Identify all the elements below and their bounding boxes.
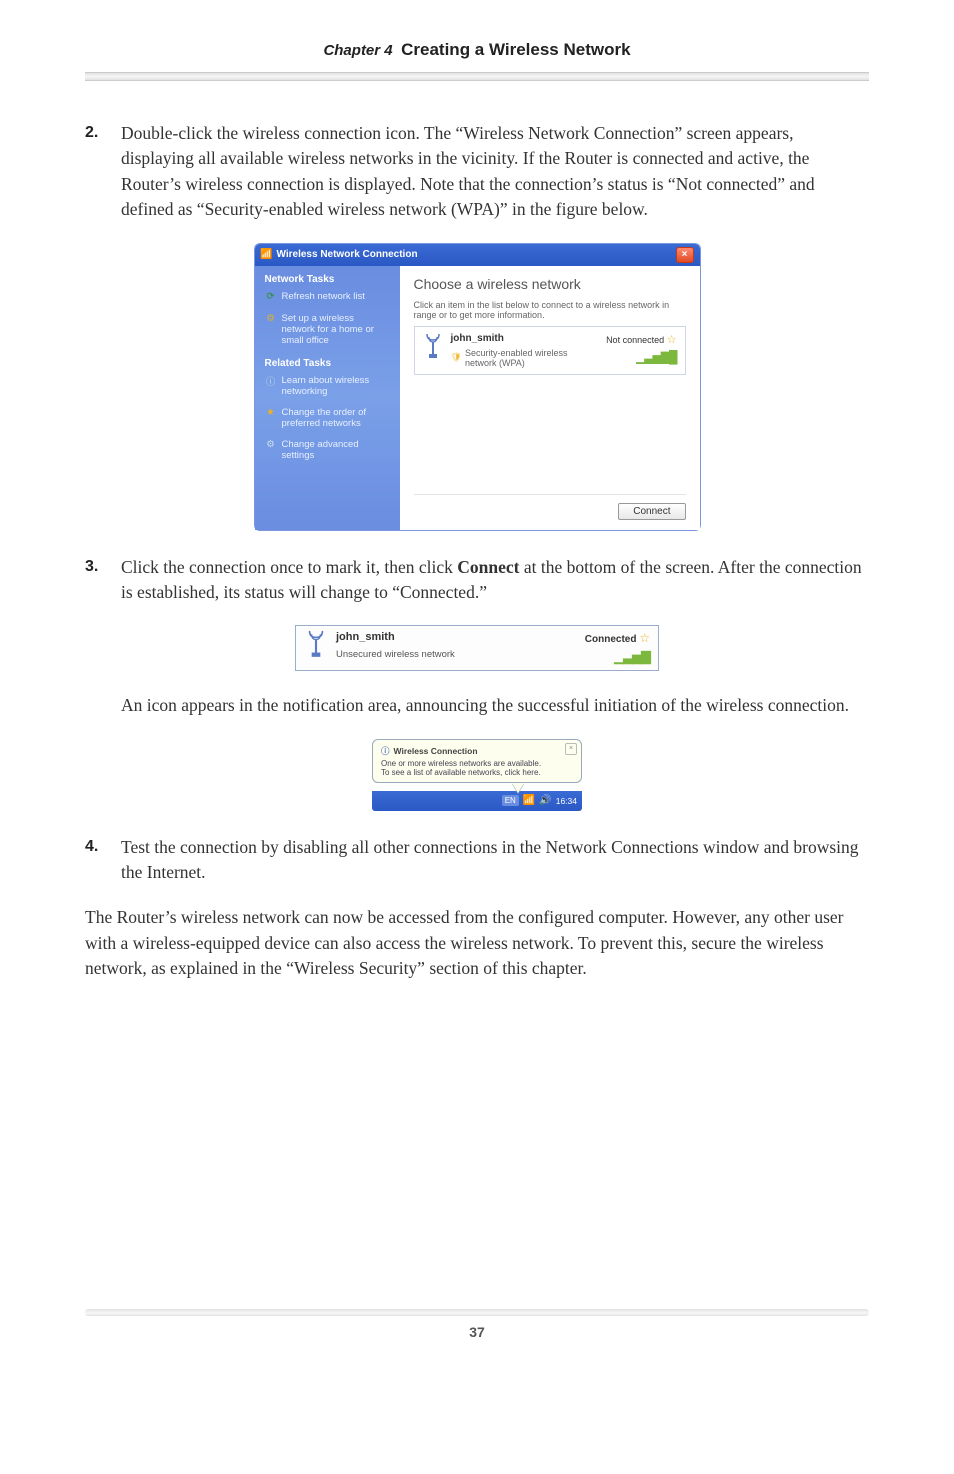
sidebar-section-network-tasks: Network Tasks: [265, 274, 390, 285]
network-list-item[interactable]: john_smith 🛡 Security-enabled wireless n…: [414, 326, 686, 375]
step-3: 3. Click the connection once to mark it,…: [85, 555, 869, 606]
sidebar-link-setup[interactable]: ⚙ Set up a wireless network for a home o…: [265, 313, 390, 346]
network-name: john_smith: [451, 333, 599, 344]
step-4-number: 4.: [85, 835, 121, 886]
tray-volume-icon[interactable]: 🔊: [539, 795, 551, 806]
sidebar-section-related-tasks: Related Tasks: [265, 358, 390, 369]
balloon-line2: To see a list of available networks, cli…: [381, 768, 573, 777]
page-footer: 37: [0, 1309, 954, 1340]
balloon-line1: One or more wireless networks are availa…: [381, 759, 573, 768]
step-2-text: Double-click the wireless connection ico…: [121, 121, 869, 223]
step-2: 2. Double-click the wireless connection …: [85, 121, 869, 223]
footer-divider: [85, 1309, 869, 1316]
step-3-bold: Connect: [457, 557, 519, 577]
sidebar-link-refresh-label: Refresh network list: [282, 291, 365, 302]
sidebar-link-learn-label: Learn about wireless networking: [282, 375, 390, 397]
tray-wireless-icon[interactable]: 📶: [523, 795, 535, 806]
step-3-continued: An icon appears in the notification area…: [85, 693, 869, 718]
dialog-titlebar: 📶 Wireless Network Connection ×: [255, 244, 700, 266]
connected-network-name: john_smith: [336, 631, 577, 643]
network-security-label: Security-enabled wireless network (WPA): [465, 348, 598, 368]
sidebar-link-setup-label: Set up a wireless network for a home or …: [282, 313, 390, 346]
sidebar-link-refresh[interactable]: ⟳ Refresh network list: [265, 291, 390, 303]
connected-status: Connected: [585, 634, 637, 645]
closing-paragraph: The Router’s wireless network can now be…: [85, 905, 869, 981]
gear-icon: ⚙: [265, 439, 277, 451]
tray-clock: 16:34: [556, 796, 577, 806]
balloon-tail: [512, 783, 524, 793]
step-4-text: Test the connection by disabling all oth…: [121, 835, 869, 886]
step-3b-text: An icon appears in the notification area…: [121, 693, 869, 718]
dialog-title: Wireless Network Connection: [277, 249, 418, 260]
wireless-dialog-screenshot: 📶 Wireless Network Connection × Network …: [254, 243, 701, 531]
balloon-toast-screenshot: × ⓘ Wireless Connection One or more wire…: [372, 739, 582, 811]
connected-item-screenshot: john_smith Unsecured wireless network Co…: [295, 625, 659, 671]
close-icon[interactable]: ×: [676, 247, 694, 263]
page-number: 37: [0, 1324, 954, 1340]
star-icon: ★: [265, 407, 277, 419]
chapter-title: Creating a Wireless Network: [401, 40, 630, 59]
wireless-titlebar-icon: 📶: [261, 249, 273, 261]
sidebar-link-advanced[interactable]: ⚙ Change advanced settings: [265, 439, 390, 461]
balloon-close-icon[interactable]: ×: [565, 743, 577, 755]
info-icon: ⓘ: [265, 375, 277, 387]
antenna-icon: [304, 631, 328, 659]
chapter-label: Chapter 4: [323, 42, 392, 59]
step-3-number: 3.: [85, 555, 121, 606]
sidebar-link-order-label: Change the order of preferred networks: [282, 407, 390, 429]
shield-icon: 🛡: [451, 352, 462, 363]
sidebar-link-advanced-label: Change advanced settings: [282, 439, 390, 461]
star-icon: ☆: [667, 334, 677, 346]
refresh-icon: ⟳: [265, 291, 277, 303]
main-heading: Choose a wireless network: [414, 276, 686, 292]
dialog-sidebar: Network Tasks ⟳ Refresh network list ⚙ S…: [255, 266, 400, 530]
dialog-main-panel: Choose a wireless network Click an item …: [400, 266, 700, 530]
step-3-pre: Click the connection once to mark it, th…: [121, 557, 457, 577]
step-3-text: Click the connection once to mark it, th…: [121, 555, 869, 606]
dialog-footer: Connect: [414, 494, 686, 520]
balloon-tooltip: × ⓘ Wireless Connection One or more wire…: [372, 739, 582, 783]
step-2-number: 2.: [85, 121, 121, 223]
system-tray: EN 📶 🔊 16:34: [372, 791, 582, 811]
antenna-icon: [423, 333, 443, 361]
star-icon: ☆: [639, 631, 650, 645]
header-divider: [85, 72, 869, 81]
signal-bars-icon: ▁▃▅▇█: [606, 350, 676, 364]
network-status: Not connected: [606, 335, 664, 345]
chapter-header: Chapter 4 Creating a Wireless Network: [85, 40, 869, 72]
step-4: 4. Test the connection by disabling all …: [85, 835, 869, 886]
connected-network-sub: Unsecured wireless network: [336, 649, 577, 660]
sidebar-link-order[interactable]: ★ Change the order of preferred networks: [265, 407, 390, 429]
connect-button[interactable]: Connect: [618, 503, 685, 520]
balloon-title: Wireless Connection: [394, 746, 478, 756]
tray-language[interactable]: EN: [502, 795, 519, 806]
info-icon: ⓘ: [381, 745, 390, 757]
signal-bars-icon: ▁▃▅▇: [585, 649, 650, 665]
sidebar-link-learn[interactable]: ⓘ Learn about wireless networking: [265, 375, 390, 397]
main-hint: Click an item in the list below to conne…: [414, 300, 686, 320]
setup-icon: ⚙: [265, 313, 277, 325]
